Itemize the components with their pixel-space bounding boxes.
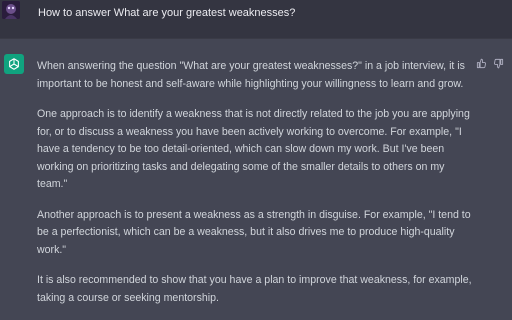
openai-logo-icon (4, 54, 24, 74)
thumbs-down-button[interactable] (492, 57, 504, 69)
thumbs-up-button[interactable] (475, 57, 487, 69)
assistant-message-row: When answering the question "What are yo… (0, 39, 512, 318)
user-message-text: How to answer What are your greatest wea… (38, 7, 296, 19)
feedback-buttons (475, 57, 504, 69)
answer-paragraph: When answering the question "What are yo… (37, 60, 465, 90)
assistant-message-text: When answering the question "What are yo… (37, 58, 477, 320)
thumbs-up-icon (476, 58, 486, 68)
thumbs-down-icon (493, 58, 503, 68)
answer-paragraph: Another approach is to present a weaknes… (37, 208, 471, 256)
user-avatar (2, 1, 20, 19)
answer-paragraph: One approach is to identify a weakness t… (37, 108, 470, 190)
answer-paragraph: It is also recommended to show that you … (37, 274, 472, 304)
user-message-row: How to answer What are your greatest wea… (0, 0, 512, 39)
